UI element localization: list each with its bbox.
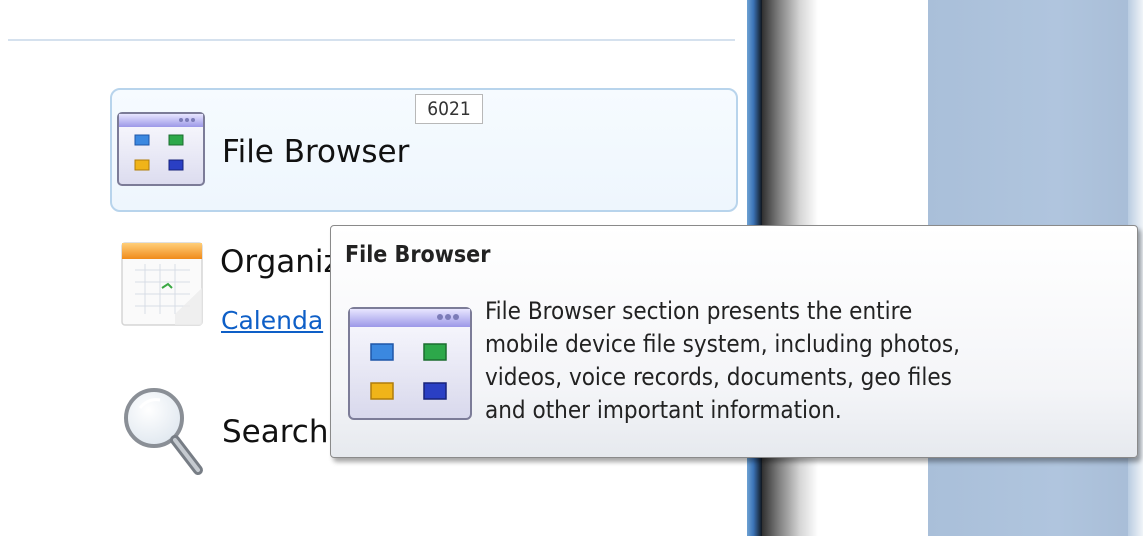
tooltip-title: File Browser (345, 242, 491, 268)
header-divider (8, 39, 735, 41)
organizer-label[interactable]: Organiz (220, 242, 340, 282)
file-browser-icon (117, 112, 205, 186)
tooltip-line: and other important information. (485, 396, 842, 424)
tooltip: File Browser File Browser section presen… (330, 225, 1138, 458)
tooltip-description: File Browser section presents the entire… (485, 295, 1125, 427)
search-icon (124, 388, 203, 475)
tooltip-line: File Browser section presents the entire (485, 297, 913, 325)
tooltip-line: mobile device file system, including pho… (485, 330, 960, 358)
file-count-badge: 6021 (415, 94, 483, 124)
window: File Browser 6021 Organiz Calenda Search… (0, 0, 1143, 536)
calendar-icon (121, 242, 203, 326)
calendar-link[interactable]: Calenda (221, 306, 323, 336)
search-label[interactable]: Search (222, 412, 329, 452)
file-browser-icon (348, 307, 472, 420)
tooltip-line: videos, voice records, documents, geo fi… (485, 363, 952, 391)
file-browser-label: File Browser (222, 134, 410, 170)
